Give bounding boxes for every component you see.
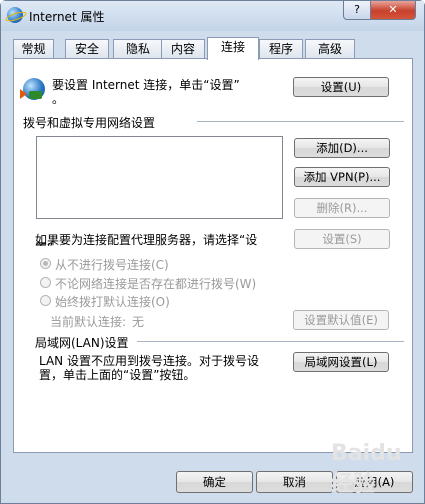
lan-text-line2: 置，单击上面的“设置”按钮。 bbox=[39, 368, 196, 382]
internet-globe-icon bbox=[7, 7, 23, 23]
connection-list[interactable] bbox=[36, 136, 283, 219]
network-globe-icon bbox=[20, 78, 45, 100]
proxy-text-line1: 如果要为连接配置代理服务器，请选择“设 bbox=[35, 233, 258, 247]
dialup-section-divider bbox=[197, 121, 404, 122]
radio-always-dial-default-label: 始终拨打默认连接(O) bbox=[55, 295, 170, 309]
radio-never-dial[interactable] bbox=[40, 258, 51, 269]
lan-section-title: 局域网(LAN)设置 bbox=[35, 336, 129, 350]
window-title: Internet 属性 bbox=[29, 10, 105, 24]
lan-section-divider bbox=[137, 341, 404, 342]
close-button[interactable]: ✕ bbox=[370, 1, 416, 20]
internet-properties-window: Internet 属性 ? ✕ 常规 安全 隐私 内容 连接 程序 高级 要设置… bbox=[0, 0, 425, 504]
tab-connections[interactable]: 连接 bbox=[207, 37, 259, 60]
connections-panel: 要设置 Internet 连接，单击“设置” 。 设置(U) 拨号和虚拟专用网络… bbox=[13, 58, 413, 453]
tab-advanced[interactable]: 高级 bbox=[305, 39, 355, 59]
tab-programs[interactable]: 程序 bbox=[259, 39, 303, 59]
proxy-text-line2: 置”。 bbox=[35, 239, 65, 246]
setup-button[interactable]: 设置(U) bbox=[293, 77, 389, 97]
radio-never-dial-label: 从不进行拨号连接(C) bbox=[55, 258, 169, 272]
add-vpn-button[interactable]: 添加 VPN(P)... bbox=[294, 167, 390, 187]
apply-button[interactable]: 应用(A) bbox=[336, 471, 413, 493]
add-button[interactable]: 添加(D)... bbox=[294, 138, 390, 158]
set-default-button[interactable]: 设置默认值(E) bbox=[293, 310, 389, 330]
tab-security[interactable]: 安全 bbox=[65, 39, 109, 59]
title-bar[interactable]: Internet 属性 ? ✕ bbox=[1, 1, 424, 31]
help-button[interactable]: ? bbox=[343, 1, 371, 20]
tab-content[interactable]: 内容 bbox=[161, 39, 205, 59]
tab-general[interactable]: 常规 bbox=[13, 39, 54, 59]
ok-button[interactable]: 确定 bbox=[176, 471, 253, 493]
setup-text-line2: 。 bbox=[52, 92, 65, 106]
cancel-button[interactable]: 取消 bbox=[256, 471, 333, 493]
lan-settings-button[interactable]: 局域网设置(L) bbox=[293, 352, 389, 372]
radio-always-dial-default[interactable] bbox=[40, 295, 51, 306]
current-default-value: 无 bbox=[132, 315, 145, 329]
remove-button[interactable]: 删除(R)... bbox=[294, 198, 390, 218]
tab-privacy[interactable]: 隐私 bbox=[113, 39, 163, 59]
radio-dial-whenever[interactable] bbox=[40, 277, 51, 288]
radio-dial-whenever-label: 不论网络连接是否存在都进行拨号(W) bbox=[55, 277, 257, 291]
setup-text-line1: 要设置 Internet 连接，单击“设置” bbox=[52, 78, 240, 92]
settings-button[interactable]: 设置(S) bbox=[294, 229, 390, 249]
dialup-section-title: 拨号和虚拟专用网络设置 bbox=[23, 116, 156, 130]
current-default-label: 当前默认连接: bbox=[50, 315, 127, 329]
